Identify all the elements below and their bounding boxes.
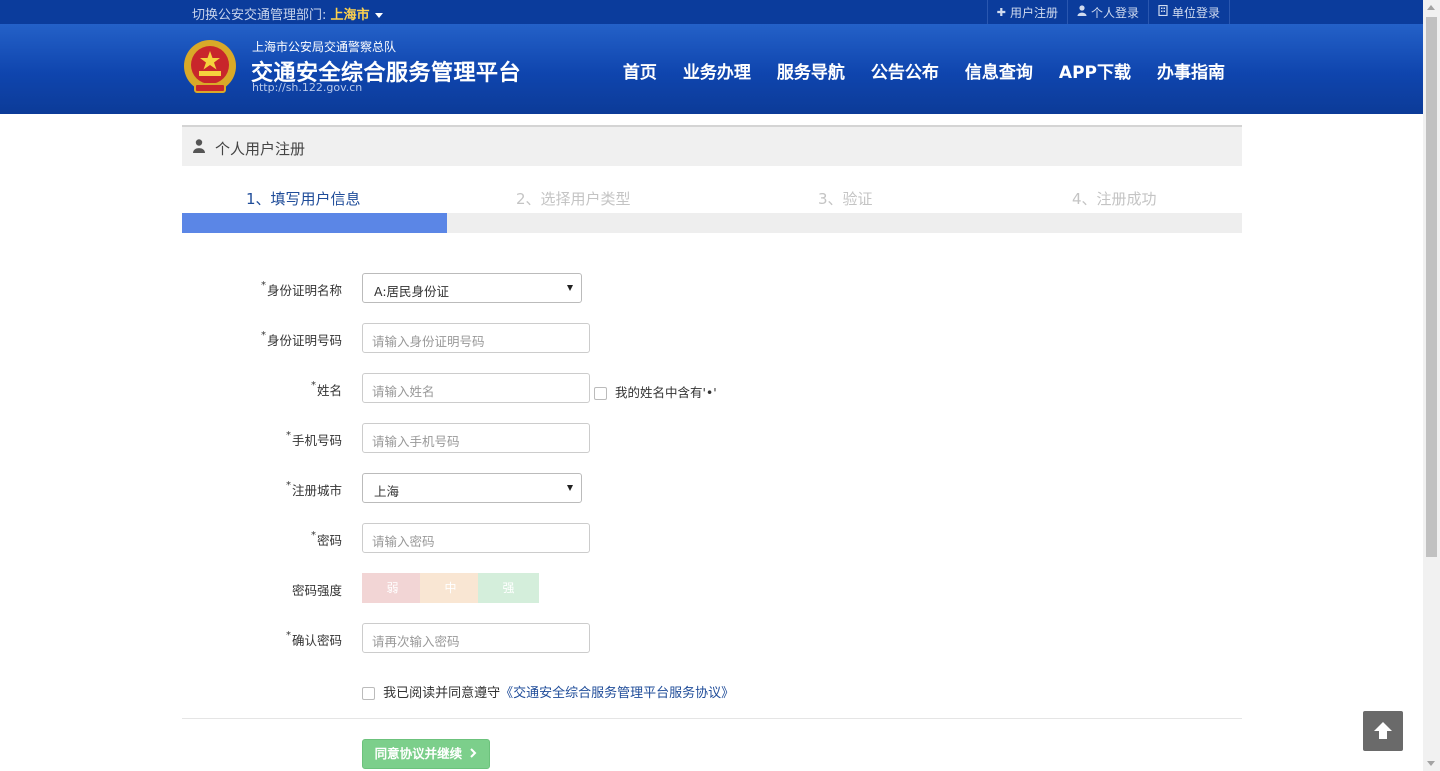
personal-login-label: 个人登录 bbox=[1090, 5, 1139, 20]
id-number-row: *身份证明号码 请输入身份证明号码 bbox=[182, 323, 1082, 353]
user-icon bbox=[1077, 5, 1087, 19]
nav-business[interactable]: 业务办理 bbox=[683, 58, 751, 83]
step-4: 4、注册成功 bbox=[1072, 190, 1157, 208]
dropdown-arrow-icon bbox=[567, 485, 573, 491]
nav-service-guide[interactable]: 服务导航 bbox=[777, 58, 845, 83]
city-label: *注册城市 bbox=[285, 480, 342, 498]
password-row: *密码 请输入密码 bbox=[182, 523, 1082, 553]
brand-subtitle: 上海市公安局交通警察总队 bbox=[252, 40, 397, 54]
current-city[interactable]: 上海市 bbox=[331, 8, 370, 23]
password-input[interactable]: 请输入密码 bbox=[362, 523, 590, 553]
nav-announcements[interactable]: 公告公布 bbox=[871, 58, 939, 83]
agree-continue-button[interactable]: 同意协议并继续 bbox=[362, 739, 490, 769]
agreement-checkbox[interactable] bbox=[362, 687, 375, 700]
step-2: 2、选择用户类型 bbox=[516, 190, 631, 208]
scroll-up-icon[interactable] bbox=[1427, 5, 1435, 10]
nav-app-download[interactable]: APP下载 bbox=[1059, 58, 1131, 83]
step-progress-bar bbox=[182, 213, 1242, 233]
scroll-down-icon[interactable] bbox=[1427, 761, 1435, 766]
nav-info-query[interactable]: 信息查询 bbox=[965, 58, 1033, 83]
register-link-label: 用户注册 bbox=[1009, 5, 1058, 20]
page-scrollbar[interactable] bbox=[1423, 0, 1440, 771]
agree-continue-label: 同意协议并继续 bbox=[374, 746, 463, 761]
department-switch[interactable]: 切换公安交通管理部门: 上海市 bbox=[192, 4, 383, 23]
back-to-top-button[interactable] bbox=[1363, 711, 1403, 751]
strength-label: 密码强度 bbox=[291, 583, 342, 598]
id-type-row: *身份证明名称 A:居民身份证 bbox=[182, 273, 1082, 303]
name-dot-label: 我的姓名中含有'•' bbox=[614, 385, 717, 400]
name-dot-checkbox[interactable] bbox=[594, 387, 607, 400]
personal-login-link[interactable]: 个人登录 bbox=[1066, 0, 1148, 24]
unit-login-link[interactable]: 单位登录 bbox=[1147, 0, 1230, 24]
password-strength-meter: 弱 中 强 bbox=[362, 573, 539, 603]
step-3: 3、验证 bbox=[818, 190, 873, 208]
switch-label: 切换公安交通管理部门: bbox=[192, 8, 327, 23]
divider bbox=[182, 718, 1242, 719]
nav-guide[interactable]: 办事指南 bbox=[1157, 58, 1225, 83]
building-icon bbox=[1158, 4, 1168, 19]
id-number-input[interactable]: 请输入身份证明号码 bbox=[362, 323, 590, 353]
police-emblem-icon bbox=[184, 40, 236, 93]
agreement-prefix: 我已阅读并同意遵守 bbox=[383, 686, 501, 701]
id-type-select[interactable]: A:居民身份证 bbox=[362, 273, 582, 303]
strength-strong: 强 bbox=[478, 573, 539, 603]
panel-title: 个人用户注册 bbox=[215, 140, 306, 158]
brand-url: http://sh.122.gov.cn bbox=[252, 81, 363, 94]
step-progress-fill bbox=[182, 213, 447, 233]
strength-row: 密码强度 弱 中 强 bbox=[182, 573, 1082, 603]
city-row: *注册城市 上海 bbox=[182, 473, 1082, 503]
register-link[interactable]: ✚ 用户注册 bbox=[986, 0, 1067, 24]
chevron-right-icon bbox=[470, 740, 477, 768]
confirm-label: *确认密码 bbox=[285, 630, 342, 648]
phone-row: *手机号码 请输入手机号码 bbox=[182, 423, 1082, 453]
arrow-up-icon bbox=[1374, 722, 1392, 739]
id-type-label: *身份证明名称 bbox=[260, 280, 342, 298]
top-links: ✚ 用户注册 个人登录 单位登录 bbox=[986, 0, 1230, 24]
caret-down-icon[interactable] bbox=[374, 13, 383, 18]
nav-home[interactable]: 首页 bbox=[623, 58, 657, 83]
password-label: *密码 bbox=[310, 530, 342, 548]
strength-medium: 中 bbox=[420, 573, 481, 603]
confirm-input[interactable]: 请再次输入密码 bbox=[362, 623, 590, 653]
plus-icon: ✚ bbox=[996, 5, 1006, 19]
site-header: 上海市公安局交通警察总队 交通安全综合服务管理平台 http://sh.122.… bbox=[0, 24, 1423, 114]
panel-header: 个人用户注册 bbox=[182, 125, 1242, 166]
confirm-row: *确认密码 请再次输入密码 bbox=[182, 623, 1082, 653]
dropdown-arrow-icon bbox=[567, 285, 573, 291]
main-nav: 首页 业务办理 服务导航 公告公布 信息查询 APP下载 办事指南 bbox=[597, 58, 1225, 83]
top-bar: 切换公安交通管理部门: 上海市 ✚ 用户注册 个人登录 单位登录 bbox=[0, 0, 1423, 24]
city-select[interactable]: 上海 bbox=[362, 473, 582, 503]
name-label: *姓名 bbox=[310, 380, 342, 398]
name-input[interactable]: 请输入姓名 bbox=[362, 373, 590, 403]
unit-login-label: 单位登录 bbox=[1171, 5, 1220, 20]
scrollbar-thumb[interactable] bbox=[1426, 17, 1437, 557]
person-icon bbox=[193, 139, 205, 153]
phone-label: *手机号码 bbox=[285, 430, 342, 448]
id-number-label: *身份证明号码 bbox=[260, 330, 342, 348]
phone-input[interactable]: 请输入手机号码 bbox=[362, 423, 590, 453]
step-1: 1、填写用户信息 bbox=[246, 190, 361, 208]
name-dot-option[interactable]: 我的姓名中含有'•' bbox=[594, 382, 717, 401]
agreement-row: 我已阅读并同意遵守《交通安全综合服务管理平台服务协议》 bbox=[362, 682, 734, 701]
agreement-link[interactable]: 《交通安全综合服务管理平台服务协议》 bbox=[500, 686, 734, 701]
name-row: *姓名 请输入姓名 我的姓名中含有'•' bbox=[182, 373, 1082, 403]
strength-weak: 弱 bbox=[362, 573, 423, 603]
